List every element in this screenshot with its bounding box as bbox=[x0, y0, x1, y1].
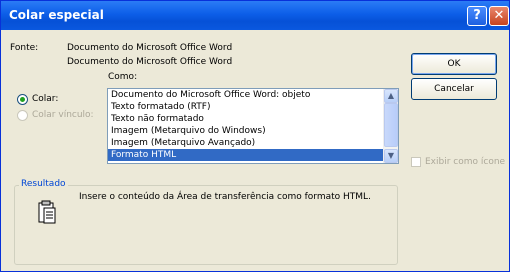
list-item[interactable]: Documento do Microsoft Office Word: obje… bbox=[108, 89, 398, 101]
paste-radio-label: Colar: bbox=[32, 94, 59, 104]
list-scrollbar[interactable]: ▲ ▼ bbox=[383, 89, 398, 163]
list-item[interactable]: Texto não formatado bbox=[108, 113, 398, 125]
title-bar: Colar especial ? ✕ bbox=[1, 1, 509, 30]
source-line-2: Documento do Microsoft Office Word bbox=[67, 57, 233, 67]
help-icon[interactable]: ? bbox=[467, 6, 487, 26]
source-line-1: Documento do Microsoft Office Word bbox=[67, 43, 233, 53]
list-item[interactable]: Imagem (Metarquivo Avançado) bbox=[108, 137, 398, 149]
paste-link-radio[interactable] bbox=[17, 110, 28, 121]
list-item[interactable]: Imagem (Metarquivo do Windows) bbox=[108, 125, 398, 137]
display-as-icon-label: Exibir como ícone bbox=[425, 157, 506, 167]
list-item-selected[interactable]: Formato HTML bbox=[108, 149, 398, 161]
paste-as-list[interactable]: Documento do Microsoft Office Word: obje… bbox=[107, 88, 399, 164]
scroll-thumb[interactable] bbox=[384, 103, 398, 147]
scroll-down-icon[interactable]: ▼ bbox=[384, 149, 398, 163]
cancel-button[interactable]: Cancelar bbox=[411, 78, 497, 100]
result-description: Insere o conteúdo da Área de transferênc… bbox=[79, 192, 371, 202]
paste-special-dialog: Colar especial ? ✕ Fonte: Documento do M… bbox=[0, 0, 510, 272]
result-title: Resultado bbox=[19, 179, 68, 189]
close-icon[interactable]: ✕ bbox=[489, 6, 509, 26]
as-label: Como: bbox=[108, 72, 138, 82]
display-as-icon-checkbox[interactable] bbox=[411, 157, 421, 167]
window-title: Colar especial bbox=[9, 8, 104, 22]
source-label: Fonte: bbox=[10, 43, 39, 53]
ok-button[interactable]: OK bbox=[411, 53, 497, 75]
scroll-up-icon[interactable]: ▲ bbox=[384, 89, 398, 103]
paste-link-radio-label: Colar vínculo: bbox=[32, 110, 94, 120]
clipboard-icon bbox=[38, 200, 56, 224]
list-item[interactable]: Texto formatado (RTF) bbox=[108, 101, 398, 113]
paste-radio[interactable] bbox=[17, 94, 28, 105]
